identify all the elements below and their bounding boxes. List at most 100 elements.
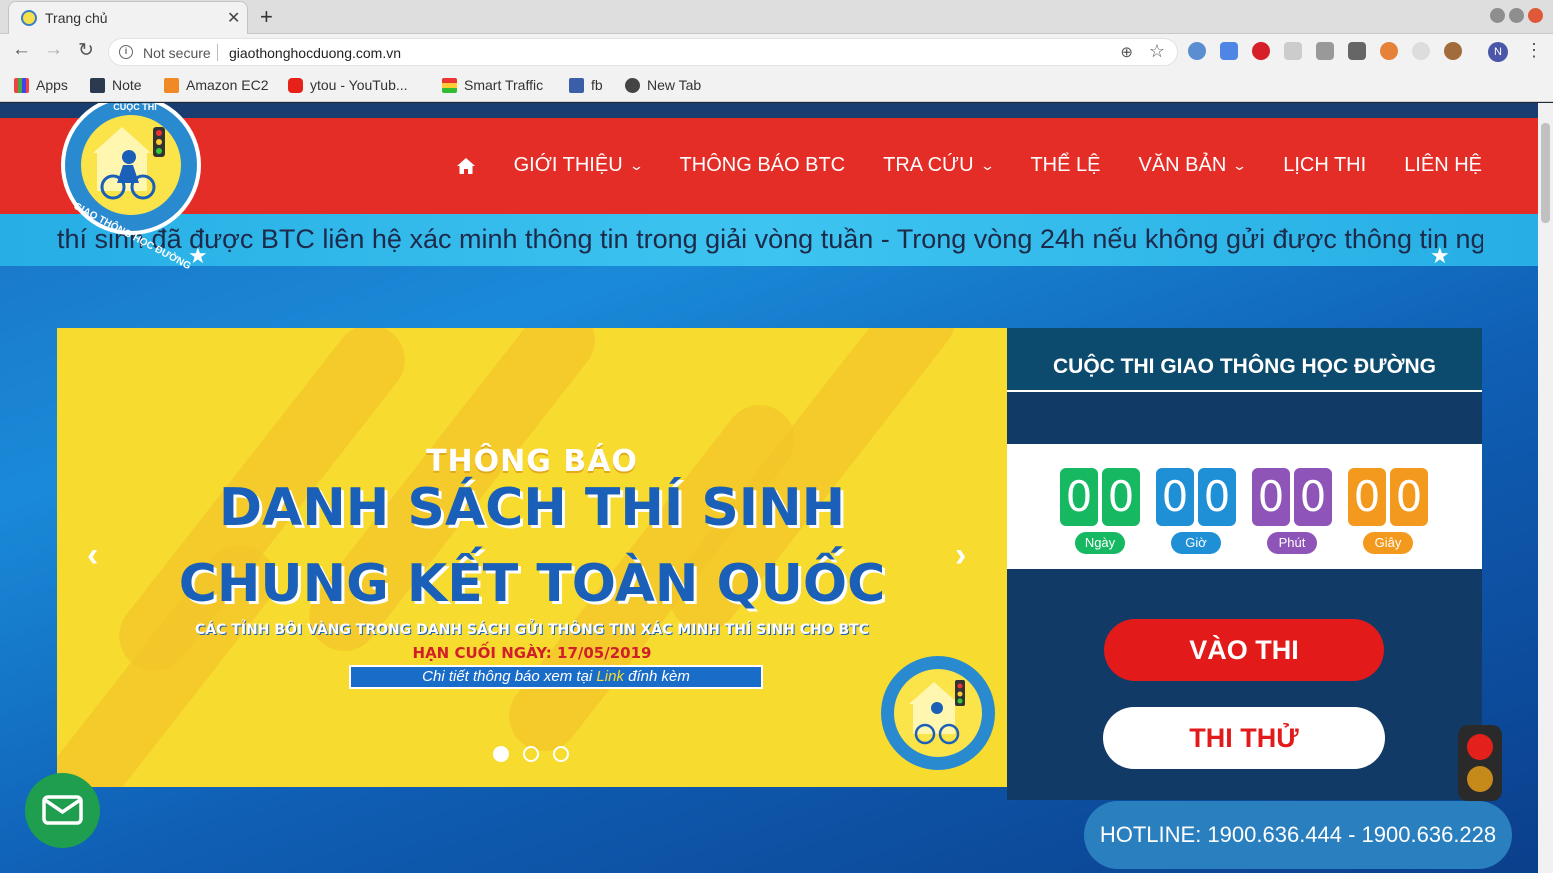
back-arrow-icon[interactable]: ←	[12, 39, 31, 61]
url-text[interactable]: giaothonghocduong.com.vn	[229, 45, 401, 61]
extension-icon[interactable]	[1188, 42, 1206, 60]
nav-label: LỊCH THI	[1283, 154, 1367, 176]
slide-deadline: HẠN CUỐI NGÀY: 17/05/2019	[412, 644, 652, 662]
chevron-down-icon: ⌄	[628, 157, 644, 173]
nav-label: THÔNG BÁO BTC	[679, 154, 846, 176]
browser-tab[interactable]: Trang chủ ✕	[8, 1, 248, 34]
nav-the-le[interactable]: THỂ LỆ	[1030, 154, 1100, 177]
panel-title: CUỘC THI GIAO THÔNG HỌC ĐƯỜNG	[1007, 328, 1482, 392]
zoom-icon[interactable]: ⊕	[1120, 43, 1133, 61]
slide-subtitle: CÁC TỈNH BÔI VÀNG TRONG DANH SÁCH GỬI TH…	[195, 622, 869, 638]
address-bar[interactable]: i Not secure giaothonghocduong.com.vn ⊕ …	[108, 38, 1178, 66]
countdown-digit: 0	[1156, 468, 1194, 526]
slide-link-banner[interactable]: Chi tiết thông báo xem tại Link đính kèm	[349, 665, 763, 689]
countdown-digit: 0	[1390, 468, 1428, 526]
extension-icon[interactable]	[1412, 42, 1430, 60]
news-ticker[interactable]: thí sinh đã được BTC liên hệ xác minh th…	[0, 214, 1538, 266]
bookmark-label: Note	[112, 77, 142, 93]
enter-exam-button[interactable]: VÀO THI	[1104, 619, 1384, 681]
site-logo[interactable]	[57, 103, 209, 239]
slider-next-arrow-icon[interactable]: ›	[955, 536, 966, 575]
slider-dot-1[interactable]	[493, 746, 509, 762]
bookmark-apps[interactable]: Apps	[14, 77, 68, 93]
bookmark-fb[interactable]: fb	[569, 77, 603, 93]
traffic-light-decoration	[1458, 725, 1502, 801]
bookmark-label: Smart Traffic	[464, 77, 544, 93]
extension-icon[interactable]	[1284, 42, 1302, 60]
globe-icon	[625, 77, 640, 93]
adblock-extension-icon[interactable]	[1252, 42, 1270, 60]
nav-label: GIỚI THIỆU	[513, 154, 623, 176]
slider-dot-3[interactable]	[553, 746, 569, 762]
close-window-button[interactable]	[1528, 8, 1543, 23]
slide-logo	[881, 656, 995, 770]
nav-lien-he[interactable]: LIÊN HỆ	[1404, 154, 1482, 177]
reload-icon[interactable]: ↻	[78, 39, 94, 62]
new-tab-button[interactable]: +	[260, 4, 273, 30]
countdown-hours: 0 0 Giờ	[1156, 468, 1236, 554]
scrollbar-thumb[interactable]	[1541, 123, 1550, 223]
chevron-down-icon: ⌄	[1232, 157, 1248, 173]
minimize-window-button[interactable]	[1490, 8, 1505, 23]
translate-extension-icon[interactable]	[1220, 42, 1238, 60]
banner-slider[interactable]: THÔNG BÁO DANH SÁCH THÍ SINH CHUNG KẾT T…	[57, 328, 1007, 787]
countdown-digit: 0	[1348, 468, 1386, 526]
countdown-days: 0 0 Ngày	[1060, 468, 1140, 554]
bookmark-youtube[interactable]: ytou - YouTub...	[288, 77, 408, 93]
extension-icon[interactable]	[1348, 42, 1366, 60]
nav-lich-thi[interactable]: LỊCH THI	[1283, 154, 1366, 177]
tab-title: Trang chủ	[45, 10, 108, 26]
bookmark-label: New Tab	[647, 77, 702, 93]
bookmark-label: ytou - YouTub...	[310, 77, 408, 93]
extension-icon[interactable]	[1444, 42, 1462, 60]
countdown-digit: 0	[1198, 468, 1236, 526]
aws-icon	[164, 77, 179, 93]
slider-prev-arrow-icon[interactable]: ‹	[87, 536, 98, 575]
extension-icons	[1188, 42, 1462, 60]
bookmark-new-tab[interactable]: New Tab	[625, 77, 701, 93]
bookmarks-bar: Apps Note Amazon EC2 ytou - YouTub... Sm…	[0, 70, 1553, 102]
ticker-text: thí sinh đã được BTC liên hệ xác minh th…	[57, 224, 1483, 254]
countdown-label: Giờ	[1171, 532, 1221, 554]
extension-icon[interactable]	[1380, 42, 1398, 60]
extension-icon[interactable]	[1316, 42, 1334, 60]
close-tab-icon[interactable]: ✕	[227, 8, 240, 28]
slide-headline-1: DANH SÁCH THÍ SINH	[218, 478, 846, 538]
browser-toolbar: ← → ↻ i Not secure giaothonghocduong.com…	[0, 34, 1553, 70]
countdown-digit: 0	[1102, 468, 1140, 526]
note-icon	[90, 77, 105, 93]
nav-van-ban[interactable]: VĂN BẢN ⌄	[1138, 154, 1248, 177]
nav-tra-cuu[interactable]: TRA CỨU ⌄	[883, 154, 995, 177]
site-header: GIỚI THIỆU ⌄ THÔNG BÁO BTC TRA CỨU ⌄ THỂ…	[0, 118, 1538, 214]
browser-menu-icon[interactable]: ⋮	[1525, 40, 1543, 61]
forward-arrow-icon[interactable]: →	[44, 39, 63, 61]
countdown-digit: 0	[1252, 468, 1290, 526]
contest-panel: CUỘC THI GIAO THÔNG HỌC ĐƯỜNG 0 0 Ngày 0…	[1007, 328, 1482, 800]
page-scrollbar[interactable]	[1538, 103, 1553, 873]
top-strip	[0, 103, 1538, 118]
bookmark-amazon-ec2[interactable]: Amazon EC2	[164, 77, 268, 93]
browser-titlebar: Trang chủ ✕ +	[0, 0, 1553, 34]
slider-dot-2[interactable]	[523, 746, 539, 762]
hotline-banner[interactable]: HOTLINE: 1900.636.444 - 1900.636.228	[1084, 801, 1512, 869]
nav-home[interactable]	[456, 157, 476, 175]
bookmark-label: fb	[591, 77, 603, 93]
countdown-seconds: 0 0 Giây	[1348, 468, 1428, 554]
omnibox-divider	[217, 44, 218, 61]
main-navigation: GIỚI THIỆU ⌄ THÔNG BÁO BTC TRA CỨU ⌄ THỂ…	[456, 154, 1482, 177]
contact-mail-button[interactable]	[25, 773, 100, 848]
link-word: Link	[596, 668, 624, 685]
nav-gioi-thieu[interactable]: GIỚI THIỆU ⌄	[513, 154, 644, 177]
trial-exam-button[interactable]: THI THỬ	[1103, 707, 1385, 769]
bookmark-smart-traffic[interactable]: Smart Traffic	[442, 77, 543, 93]
maximize-window-button[interactable]	[1509, 8, 1524, 23]
bookmark-star-icon[interactable]: ☆	[1149, 41, 1165, 62]
info-icon[interactable]: i	[119, 45, 133, 59]
nav-thong-bao-btc[interactable]: THÔNG BÁO BTC	[680, 154, 846, 177]
countdown-minutes: 0 0 Phút	[1252, 468, 1332, 554]
countdown-label: Giây	[1363, 532, 1413, 554]
bookmark-note[interactable]: Note	[90, 77, 142, 93]
nav-label: THỂ LỆ	[1030, 154, 1101, 176]
profile-avatar[interactable]: N	[1488, 42, 1508, 62]
youtube-icon	[288, 77, 303, 93]
